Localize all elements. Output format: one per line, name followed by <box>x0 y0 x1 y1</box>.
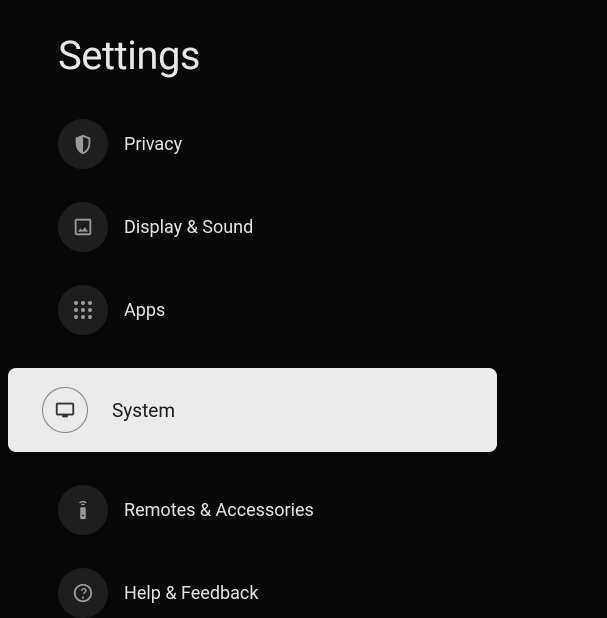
settings-item-display-sound[interactable]: Display & Sound <box>0 202 607 252</box>
apps-grid-icon <box>58 285 108 335</box>
monitor-icon <box>42 387 88 433</box>
remote-icon <box>58 485 108 535</box>
settings-item-label: Privacy <box>124 134 182 155</box>
settings-item-label: System <box>112 399 175 422</box>
settings-item-label: Display & Sound <box>124 217 253 238</box>
shield-icon <box>58 119 108 169</box>
settings-item-label: Help & Feedback <box>124 583 258 604</box>
page-title: Settings <box>0 0 607 119</box>
settings-item-help-feedback[interactable]: Help & Feedback <box>0 568 607 618</box>
help-icon <box>58 568 108 618</box>
settings-item-privacy[interactable]: Privacy <box>0 119 607 169</box>
settings-item-system[interactable]: System <box>8 368 497 452</box>
image-icon <box>58 202 108 252</box>
settings-item-label: Apps <box>124 300 165 321</box>
settings-item-apps[interactable]: Apps <box>0 285 607 335</box>
settings-item-label: Remotes & Accessories <box>124 500 314 521</box>
settings-list: Privacy Display & Sound Apps System Remo… <box>0 119 607 618</box>
settings-item-remotes-accessories[interactable]: Remotes & Accessories <box>0 485 607 535</box>
